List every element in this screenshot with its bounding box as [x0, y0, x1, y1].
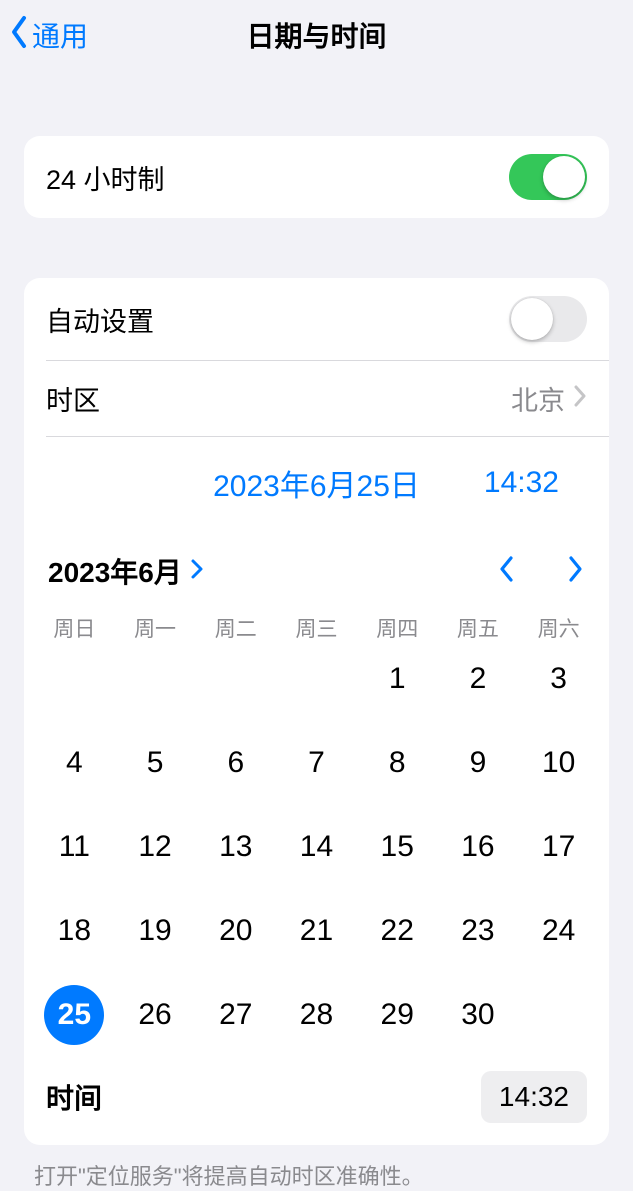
calendar-blank: [195, 649, 276, 709]
chevron-right-icon: [190, 555, 204, 587]
weekday-label: 周日: [34, 613, 115, 643]
calendar-blank: [276, 649, 357, 709]
calendar-day[interactable]: 11: [34, 817, 115, 877]
calendar-day[interactable]: 14: [276, 817, 357, 877]
page-title: 日期与时间: [0, 15, 633, 55]
calendar-day[interactable]: 26: [115, 985, 196, 1045]
group-24h: 24 小时制: [24, 136, 609, 218]
calendar-day[interactable]: 2: [438, 649, 519, 709]
calendar-blank: [34, 649, 115, 709]
calendar-day[interactable]: 3: [518, 649, 599, 709]
label-timezone: 时区: [46, 379, 100, 418]
calendar-day[interactable]: 18: [34, 901, 115, 961]
calendar-day[interactable]: 24: [518, 901, 599, 961]
calendar-day[interactable]: 15: [357, 817, 438, 877]
summary-time[interactable]: 14:32: [484, 466, 559, 500]
weekday-label: 周四: [357, 613, 438, 643]
calendar-day[interactable]: 4: [34, 733, 115, 793]
next-month-button[interactable]: [565, 554, 585, 589]
calendar-header: 2023年6月: [24, 527, 609, 601]
group-datetime: 自动设置 时区 北京 2023年6月25日 14:32 2023年6月: [24, 278, 609, 1145]
back-label: 通用: [32, 15, 88, 55]
time-picker[interactable]: 14:32: [481, 1071, 587, 1123]
weekday-label: 周六: [518, 613, 599, 643]
chevron-right-icon: [573, 383, 587, 414]
toggle-24h[interactable]: [509, 154, 587, 200]
label-24h: 24 小时制: [46, 158, 165, 197]
calendar-day[interactable]: 5: [115, 733, 196, 793]
calendar-day[interactable]: 16: [438, 817, 519, 877]
month-picker[interactable]: 2023年6月: [48, 551, 204, 591]
row-timezone[interactable]: 时区 北京: [24, 361, 609, 436]
back-button[interactable]: 通用: [8, 14, 88, 57]
footnote: 打开"定位服务"将提高自动时区准确性。: [34, 1159, 599, 1191]
calendar-day[interactable]: 19: [115, 901, 196, 961]
row-summary: 2023年6月25日 14:32: [24, 437, 609, 527]
row-auto-set: 自动设置: [24, 278, 609, 360]
calendar-day[interactable]: 13: [195, 817, 276, 877]
weekday-label: 周三: [276, 613, 357, 643]
calendar-day[interactable]: 27: [195, 985, 276, 1045]
calendar-day[interactable]: 21: [276, 901, 357, 961]
month-label: 2023年6月: [48, 551, 182, 591]
calendar-day[interactable]: 1: [357, 649, 438, 709]
calendar-day[interactable]: 23: [438, 901, 519, 961]
calendar-day[interactable]: 17: [518, 817, 599, 877]
prev-month-button[interactable]: [497, 554, 517, 589]
toggle-auto-set[interactable]: [509, 296, 587, 342]
label-auto-set: 自动设置: [46, 300, 154, 339]
value-timezone: 北京: [511, 379, 565, 418]
calendar-day[interactable]: 28: [276, 985, 357, 1045]
calendar-day[interactable]: 8: [357, 733, 438, 793]
calendar-blank: [115, 649, 196, 709]
summary-date[interactable]: 2023年6月25日: [213, 461, 420, 505]
weekday-label: 周五: [438, 613, 519, 643]
calendar-day[interactable]: 22: [357, 901, 438, 961]
row-24h: 24 小时制: [24, 136, 609, 218]
calendar-day[interactable]: 10: [518, 733, 599, 793]
calendar-day[interactable]: 12: [115, 817, 196, 877]
weekday-label: 周二: [195, 613, 276, 643]
calendar-day[interactable]: 25: [34, 985, 115, 1045]
calendar-day[interactable]: 7: [276, 733, 357, 793]
weekday-header: 周日周一周二周三周四周五周六: [24, 601, 609, 649]
calendar-day[interactable]: 20: [195, 901, 276, 961]
calendar-day[interactable]: 30: [438, 985, 519, 1045]
row-time: 时间 14:32: [24, 1053, 609, 1145]
weekday-label: 周一: [115, 613, 196, 643]
calendar-day[interactable]: 6: [195, 733, 276, 793]
label-time: 时间: [46, 1077, 102, 1117]
calendar-day[interactable]: 9: [438, 733, 519, 793]
chevron-left-icon: [8, 14, 30, 57]
calendar-day[interactable]: 29: [357, 985, 438, 1045]
calendar-grid: 1234567891011121314151617181920212223242…: [24, 649, 609, 1053]
